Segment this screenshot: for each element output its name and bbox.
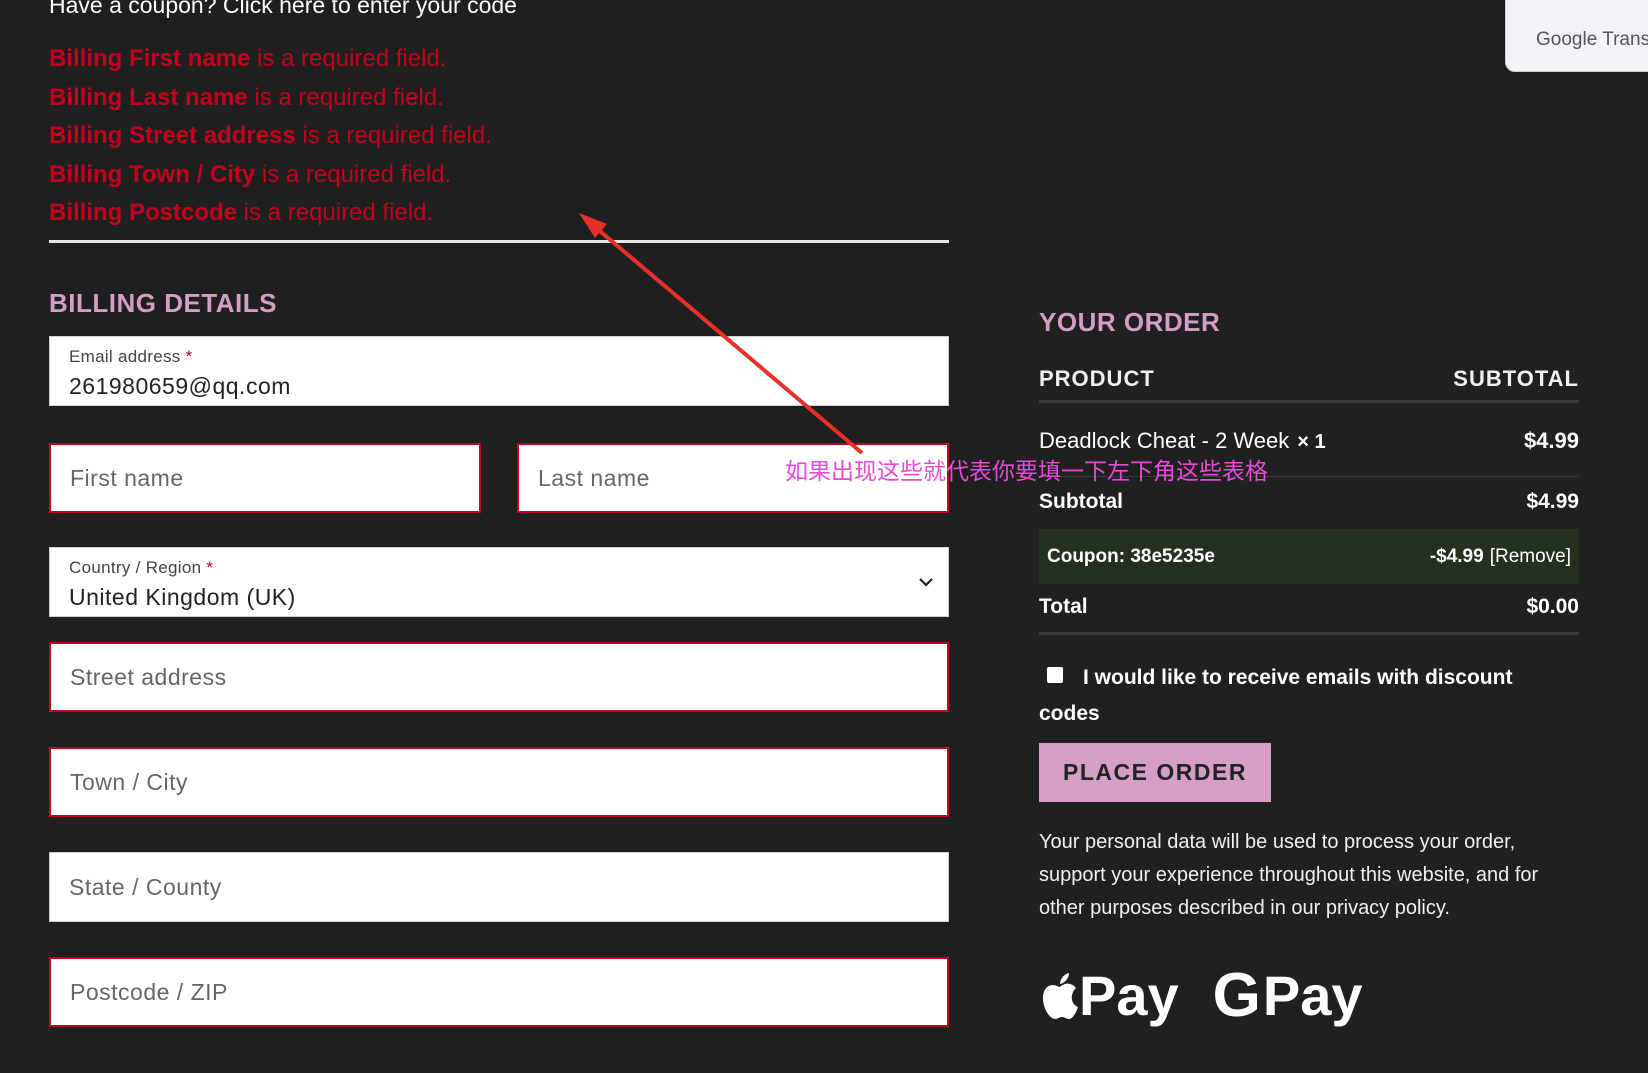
annotation-note: 如果出现这些就代表你要填一下左下角这些表格 xyxy=(785,458,1268,484)
annotation-arrow-icon xyxy=(579,213,864,455)
